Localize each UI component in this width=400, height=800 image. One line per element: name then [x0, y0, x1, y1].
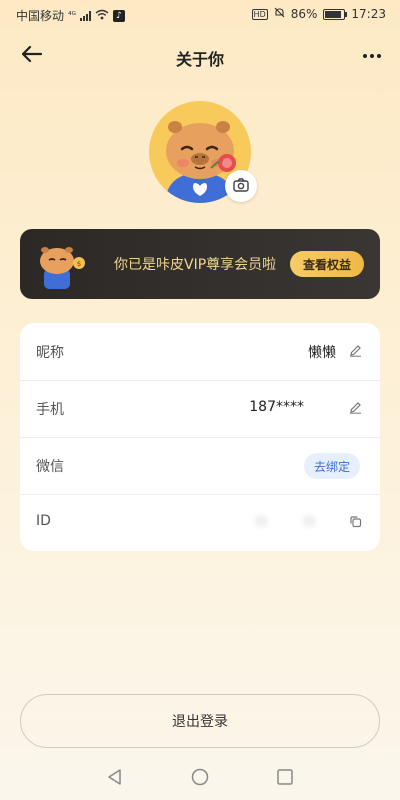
more-button[interactable]: [358, 42, 386, 70]
id-row: ID: [20, 494, 380, 551]
nav-home-icon[interactable]: [189, 766, 211, 788]
nav-recents-icon[interactable]: [274, 766, 296, 788]
id-label: ID: [36, 513, 51, 529]
svg-text:$: $: [77, 260, 81, 268]
phone-row[interactable]: 手机 187****: [20, 380, 380, 438]
network-label: ⁴ᴳ: [68, 10, 77, 21]
status-left: 中国移动 ⁴ᴳ ♪: [16, 7, 126, 24]
page-header: 关于你: [0, 38, 400, 74]
phone-value: 187****: [249, 399, 304, 415]
page-title: 关于你: [175, 50, 224, 69]
profile-info-card: 昵称 懒懒 手机 187**** 微信 去绑定 ID: [20, 323, 380, 551]
signal-icon: [80, 10, 92, 21]
vip-status-text: 你已是咔皮VIP尊享会员啦: [114, 257, 277, 273]
id-value-blurred: [254, 515, 268, 527]
more-dot: [370, 54, 374, 58]
nickname-label: 昵称: [36, 345, 64, 361]
nav-back-icon[interactable]: [104, 766, 126, 788]
edit-pencil-icon[interactable]: [348, 400, 362, 414]
wechat-row: 微信 去绑定: [20, 437, 380, 495]
copy-icon[interactable]: [348, 514, 362, 528]
battery-level-fill: [325, 10, 341, 18]
nickname-row[interactable]: 昵称 懒懒: [20, 323, 380, 381]
battery-icon: [323, 8, 348, 20]
wifi-icon: [95, 9, 109, 23]
battery-percent: 86%: [290, 7, 318, 21]
hd-icon: HD: [251, 8, 268, 20]
change-avatar-button[interactable]: [225, 170, 257, 202]
camera-icon: [233, 177, 249, 196]
status-bar: 中国移动 ⁴ᴳ ♪ HD 86% 17:23: [0, 0, 400, 28]
vip-mascot-icon: $: [34, 239, 88, 291]
more-dot: [377, 54, 381, 58]
status-right: HD 86% 17:23: [251, 7, 386, 21]
mute-bell-icon: [274, 7, 285, 21]
id-value-blurred: [302, 515, 316, 527]
phone-label: 手机: [36, 402, 64, 418]
carrier-label: 中国移动: [16, 9, 65, 23]
tiktok-icon: ♪: [113, 9, 126, 22]
wechat-label: 微信: [36, 459, 64, 475]
logout-button[interactable]: 退出登录: [20, 694, 380, 748]
bind-wechat-button[interactable]: 去绑定: [304, 453, 360, 479]
system-nav-bar: [0, 756, 400, 800]
nickname-value: 懒懒: [308, 345, 336, 361]
vip-banner[interactable]: $ 你已是咔皮VIP尊享会员啦 查看权益: [20, 229, 380, 299]
clock: 17:23: [351, 7, 386, 21]
edit-pencil-icon[interactable]: [348, 343, 362, 357]
more-dots-icon: [363, 54, 367, 58]
view-benefits-button[interactable]: 查看权益: [290, 251, 364, 277]
